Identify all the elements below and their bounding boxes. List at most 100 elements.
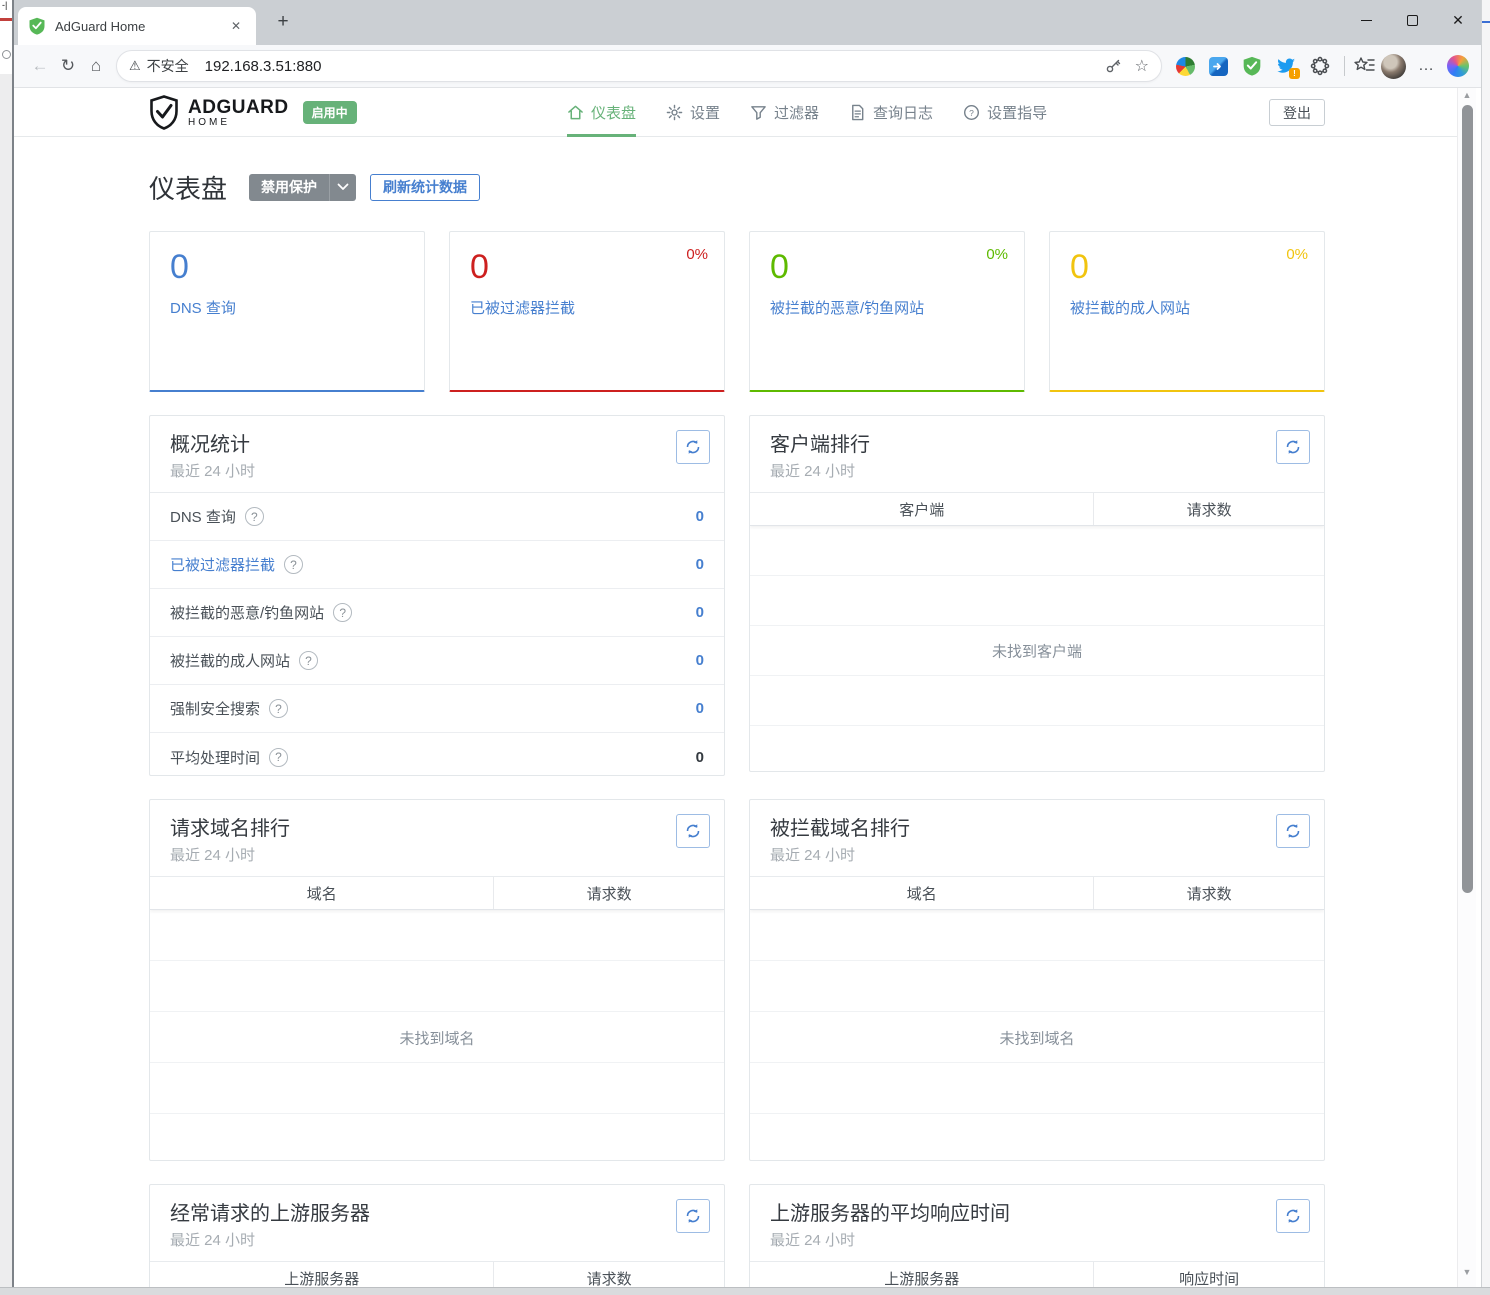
profile-avatar[interactable] [1381,54,1406,79]
window-maximize-button[interactable] [1389,0,1435,40]
overview-row: 被拦截的恶意/钓鱼网站? 0 [150,589,724,637]
panel-subtitle: 最近 24 小时 [170,844,704,865]
stat-label[interactable]: 被拦截的成人网站 [1070,297,1304,318]
panel-refresh-button[interactable] [676,1199,710,1233]
overview-row: 已被过滤器拦截? 0 [150,541,724,589]
reload-icon[interactable]: ↻ [54,56,82,76]
stat-card-blocked-by-filters: 0% 0 已被过滤器拦截 [449,231,725,392]
panel-refresh-button[interactable] [676,430,710,464]
table-row [750,676,1324,726]
background-window-right [1481,0,1490,1295]
refresh-icon [1285,823,1301,839]
panel-refresh-button[interactable] [1276,814,1310,848]
panel-top-queried-domains: 请求域名排行 最近 24 小时 域名 请求数 [149,799,725,1161]
copilot-icon[interactable] [1447,55,1469,77]
tab-strip: AdGuard Home ✕ + ✕ [14,0,1481,45]
table-row [750,526,1324,576]
not-secure-warning-icon: ⚠ [129,58,141,74]
home-icon[interactable]: ⌂ [82,56,110,76]
panel-refresh-button[interactable] [1276,1199,1310,1233]
adguard-logo[interactable]: ADGUARD HOME 启用中 [149,95,357,130]
panel-upstream-avg-time: 上游服务器的平均响应时间 最近 24 小时 上游服务器 响应时间 [749,1184,1325,1295]
nav-label: 设置指导 [987,102,1047,123]
brand-name: ADGUARD [188,98,289,117]
table-row [750,961,1324,1012]
help-tooltip-icon[interactable]: ? [269,699,288,718]
column-header: 请求数 [1094,493,1324,525]
address-bar[interactable]: ⚠ 不安全 192.168.3.51:880 ☆ [116,50,1162,82]
stat-label[interactable]: 已被过滤器拦截 [470,297,704,318]
new-tab-button[interactable]: + [270,10,296,36]
back-icon[interactable]: ← [26,56,54,76]
nav-query-log[interactable]: 查询日志 [849,88,933,136]
bird-extension-icon[interactable]: ! [1276,56,1296,76]
favorites-hub-icon[interactable] [1353,56,1375,76]
browser-menu-icon[interactable]: … [1418,57,1435,75]
dashboard-main: 仪表盘 禁用保护 刷新统计数据 0 DNS 查询 0% [149,172,1325,1295]
refresh-icon [685,1208,701,1224]
scrollbar-down-arrow[interactable]: ▼ [1458,1267,1476,1277]
nav-dashboard[interactable]: 仪表盘 [567,88,636,136]
help-tooltip-icon[interactable]: ? [245,507,264,526]
idm-extension-icon[interactable] [1176,57,1195,76]
logout-button[interactable]: 登出 [1269,99,1325,126]
toolbar-divider [1344,56,1345,76]
notification-badge: ! [1289,68,1300,79]
window-minimize-button[interactable] [1343,0,1389,40]
window-close-button[interactable]: ✕ [1435,0,1481,40]
panel-subtitle: 最近 24 小时 [770,844,1304,865]
page-scrollbar[interactable]: ▲ ▼ [1457,88,1476,1287]
disable-protection-button[interactable]: 禁用保护 [249,174,356,201]
adguard-logo-shield-icon [149,95,179,130]
extensions-puzzle-icon[interactable] [1310,56,1330,76]
stat-card-blocked-adult: 0% 0 被拦截的成人网站 [1049,231,1325,392]
column-header: 域名 [150,877,494,909]
table-row [750,1114,1324,1161]
disable-protection-label[interactable]: 禁用保护 [249,174,329,201]
overview-rows: DNS 查询? 0 已被过滤器拦截? 0 被拦截的恶意/钓鱼网站? 0 被拦 [150,493,724,776]
help-tooltip-icon[interactable]: ? [269,748,288,767]
adguard-shield-icon [28,17,46,35]
stat-percent: 0% [986,246,1008,263]
password-key-icon[interactable] [1105,58,1121,74]
panel-refresh-button[interactable] [1276,430,1310,464]
help-circle-icon: ? [963,104,980,121]
help-tooltip-icon[interactable]: ? [333,603,352,622]
tab-close-icon[interactable]: ✕ [226,17,246,35]
background-red-line [0,18,12,21]
browser-tab[interactable]: AdGuard Home ✕ [18,7,256,45]
security-label[interactable]: 不安全 [147,56,189,76]
row-value: 0 [696,604,704,621]
panel-overview-stats: 概况统计 最近 24 小时 DNS 查询? 0 [149,415,725,776]
row-label: 被拦截的成人网站 [170,650,290,671]
table-row [150,1063,724,1114]
background-window-left: -| [0,0,14,1295]
refresh-statistics-button[interactable]: 刷新统计数据 [370,174,480,201]
protection-dropdown-button[interactable] [329,174,356,201]
table-row [150,910,724,961]
nav-setup-guide[interactable]: ? 设置指导 [963,88,1047,136]
overview-row: DNS 查询? 0 [150,493,724,541]
panel-refresh-button[interactable] [676,814,710,848]
help-tooltip-icon[interactable]: ? [284,555,303,574]
adguard-extension-icon[interactable] [1242,56,1262,76]
stat-label[interactable]: DNS 查询 [170,297,404,318]
row-label-link[interactable]: 已被过滤器拦截 [170,554,275,575]
nav-settings[interactable]: 设置 [666,88,720,136]
background-blue-line [1482,21,1490,23]
empty-state-message: 未找到域名 [985,1025,1088,1050]
download-manager-extension-icon[interactable] [1209,57,1228,76]
panel-title: 被拦截域名排行 [770,812,1304,841]
nav-filters[interactable]: 过滤器 [750,88,819,136]
home-nav-icon [567,104,584,121]
url-text[interactable]: 192.168.3.51:880 [205,58,1105,75]
overview-row: 平均处理时间? 0 [150,733,724,776]
help-tooltip-icon[interactable]: ? [299,651,318,670]
scrollbar-up-arrow[interactable]: ▲ [1458,90,1476,100]
stat-label[interactable]: 被拦截的恶意/钓鱼网站 [770,297,1004,318]
row-label: 平均处理时间 [170,747,260,768]
scrollbar-thumb[interactable] [1462,105,1473,893]
page-title: 仪表盘 [149,169,227,206]
nav-label: 仪表盘 [591,102,636,123]
add-favorite-star-icon[interactable]: ☆ [1135,56,1149,76]
